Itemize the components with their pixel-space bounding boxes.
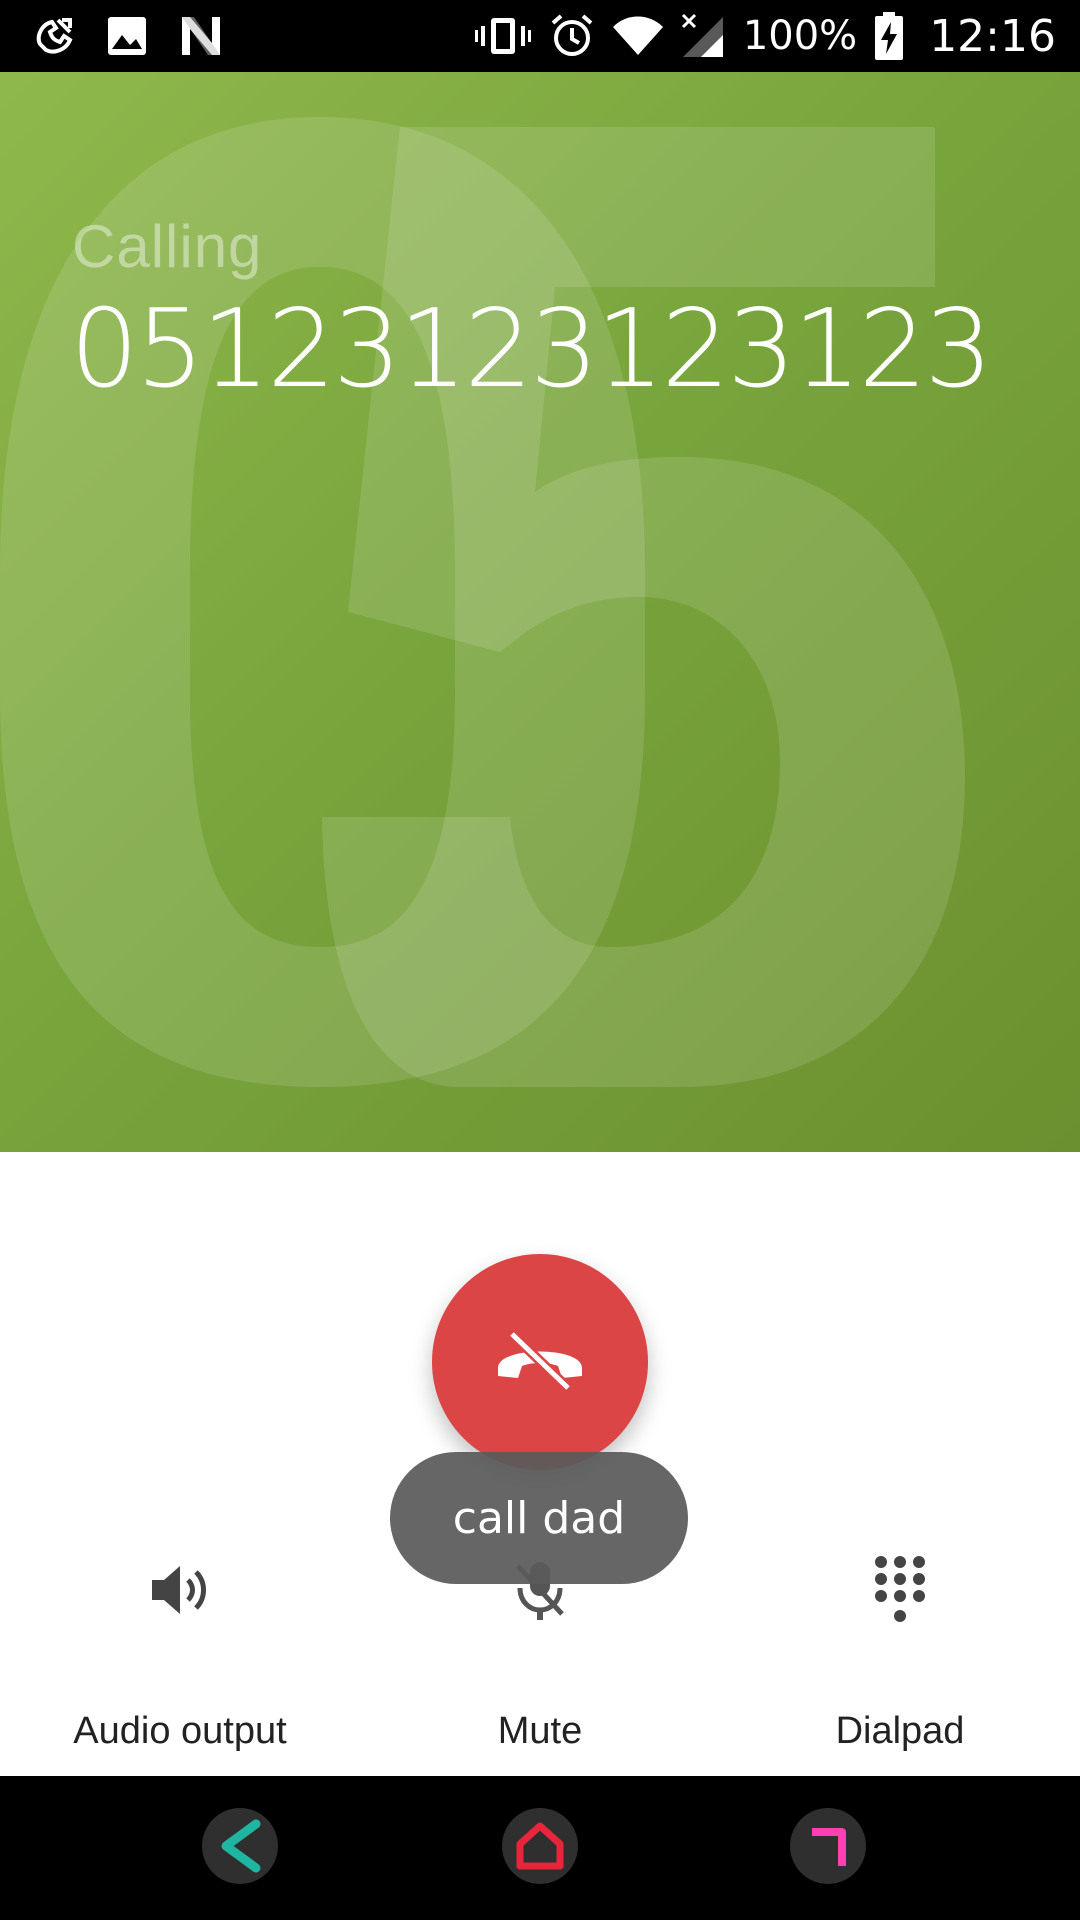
- toast-message: call dad: [390, 1452, 688, 1584]
- home-button[interactable]: [502, 1808, 578, 1884]
- alarm-icon: [549, 13, 595, 59]
- call-status: Calling: [72, 213, 263, 280]
- navigation-bar: [0, 1776, 1080, 1920]
- mute-label: Mute: [497, 1710, 583, 1752]
- battery-percent: 100%: [742, 13, 858, 59]
- phone-number: 05123123123123: [70, 287, 993, 412]
- home-icon: [516, 1822, 564, 1870]
- recents-button[interactable]: [790, 1808, 866, 1884]
- battery-charging-icon: [875, 12, 904, 60]
- signal-icon: [681, 13, 725, 59]
- recents-icon: [812, 1828, 846, 1866]
- end-call-button[interactable]: [432, 1254, 648, 1470]
- status-bar: 100% 12:16: [0, 0, 1080, 72]
- dialpad-label: Dialpad: [835, 1710, 965, 1752]
- wifi-icon: [612, 15, 663, 57]
- image-icon: [106, 15, 148, 57]
- caller-info-panel: Calling 05123123123123: [0, 72, 1080, 1152]
- dialpad-icon: [873, 1540, 927, 1640]
- audio-output-button[interactable]: Audio output: [30, 1540, 330, 1753]
- missed-call-icon: [32, 14, 76, 58]
- speaker-icon: [148, 1540, 212, 1640]
- vibrate-icon: [474, 14, 531, 58]
- n-logo-icon: [178, 15, 224, 57]
- back-button[interactable]: [202, 1808, 278, 1884]
- clock: 12:16: [929, 10, 1056, 62]
- end-call-icon: [492, 1328, 588, 1397]
- back-icon: [221, 1819, 261, 1873]
- audio-output-label: Audio output: [73, 1710, 287, 1752]
- dialpad-button[interactable]: Dialpad: [750, 1540, 1050, 1753]
